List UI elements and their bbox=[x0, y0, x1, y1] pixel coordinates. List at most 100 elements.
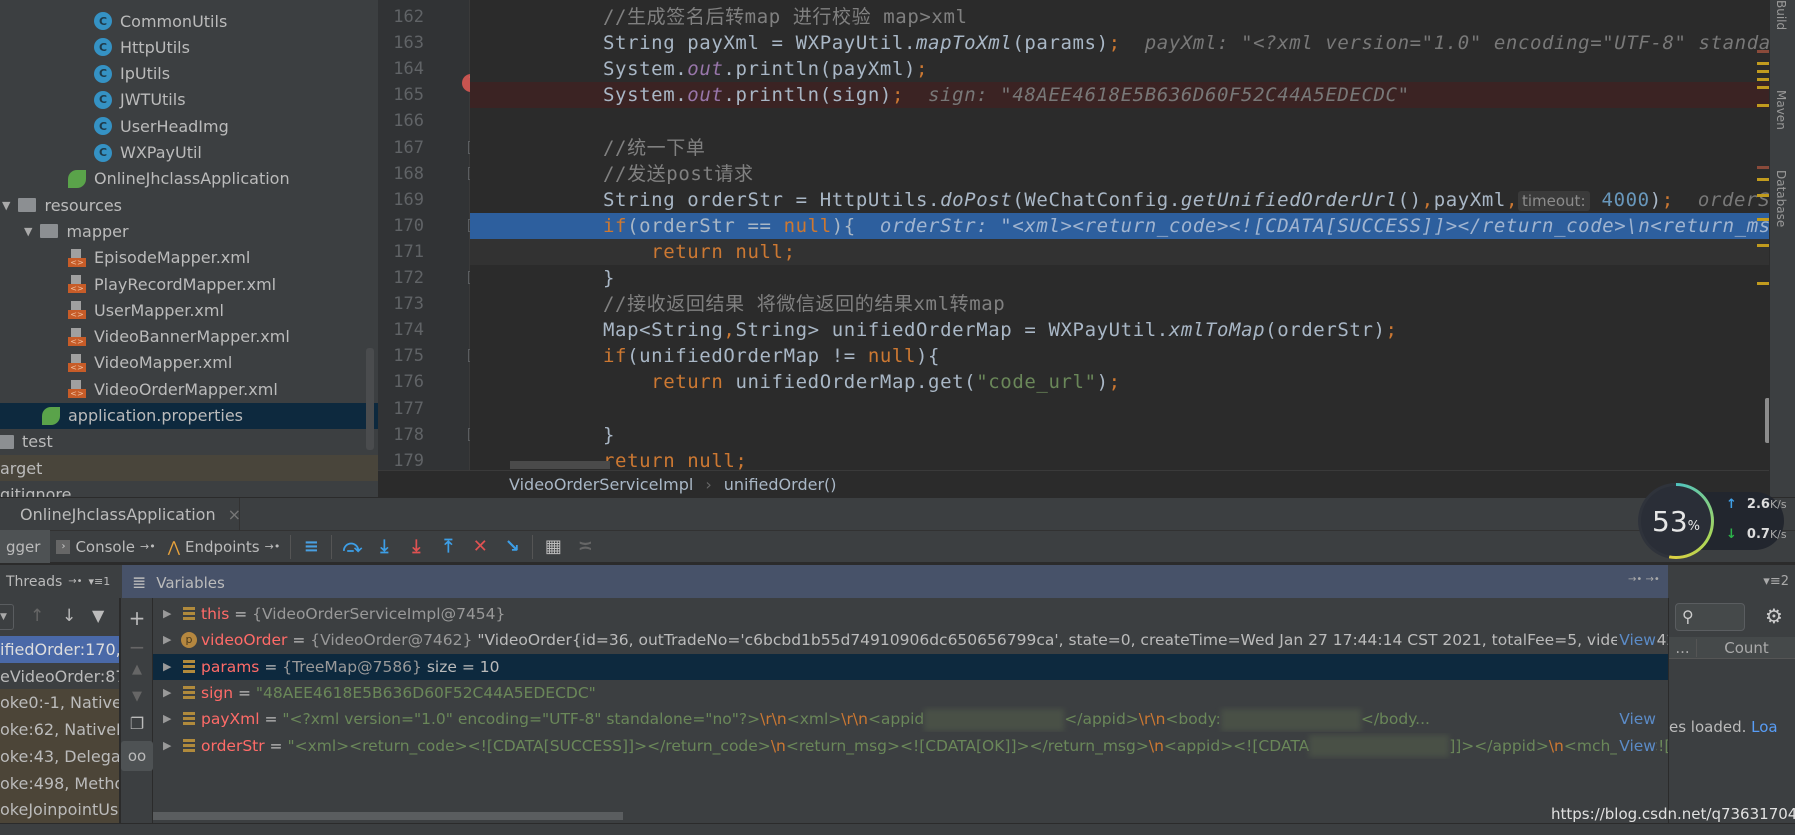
close-tab-icon[interactable]: × bbox=[228, 505, 241, 524]
expand-arrow-icon[interactable]: ▶ bbox=[163, 733, 171, 759]
restore-layout-icon[interactable]: ≡ bbox=[295, 530, 327, 563]
code-line[interactable]: Map<String,String> unifiedOrderMap = WXP… bbox=[470, 317, 1769, 343]
step-out-icon[interactable]: ⤒ bbox=[432, 530, 464, 563]
tool-window-button[interactable]: Maven bbox=[1774, 90, 1788, 130]
variable-row[interactable]: ▶ payXml = "<?xml version="1.0" encoding=… bbox=[153, 706, 1668, 733]
count-column-header[interactable]: Count bbox=[1697, 639, 1795, 657]
tree-item[interactable]: OnlineJhclassApplication bbox=[0, 166, 378, 192]
layout-icon[interactable]: ▾≡1 bbox=[89, 575, 111, 588]
tree-item[interactable]: PlayRecordMapper.xml bbox=[0, 271, 378, 297]
expand-arrow-icon[interactable]: ▶ bbox=[163, 706, 171, 732]
evaluate-expression-icon[interactable]: ▦ bbox=[537, 530, 569, 563]
run-to-cursor-icon[interactable]: ↘ bbox=[496, 530, 528, 563]
code-line[interactable]: if(orderStr == null){ orderStr: "<xml><r… bbox=[470, 212, 1769, 239]
project-tree[interactable]: C CommonUtils C HttpUtils C IpUtils C JWTUtils C… bbox=[0, 0, 378, 497]
code-line[interactable] bbox=[470, 108, 1769, 134]
tree-item[interactable]: C UserHeadImg bbox=[0, 113, 378, 139]
error-stripe-mark[interactable] bbox=[1757, 218, 1769, 221]
memory-header[interactable]: →• →• ▾≡2 bbox=[1628, 565, 1795, 598]
expand-arrow-icon[interactable]: ▶ bbox=[163, 680, 171, 706]
variable-row[interactable]: ▶ this = {VideoOrderServiceImpl@7454} bbox=[153, 601, 1668, 627]
debugger-tab[interactable]: gger bbox=[0, 530, 51, 563]
class-column-header[interactable]: ... bbox=[1669, 638, 1697, 657]
stack-frame[interactable]: oke:498, Methoc bbox=[0, 769, 119, 797]
cpu-network-widget[interactable]: ↑ 2.6K/s ↓ 0.7K/s 53% bbox=[1638, 483, 1787, 559]
copy-icon[interactable]: ❐ bbox=[121, 714, 153, 740]
error-stripe-mark[interactable] bbox=[1757, 178, 1769, 181]
breadcrumb-class[interactable]: VideoOrderServiceImpl bbox=[509, 475, 693, 494]
code-line[interactable]: } bbox=[470, 422, 1769, 448]
threads-header[interactable]: Threads →• ▾≡1 bbox=[0, 565, 120, 598]
tree-item[interactable]: C WXPayUtil bbox=[0, 140, 378, 166]
load-classes-link[interactable]: Loa bbox=[1751, 718, 1777, 736]
stack-frame[interactable]: oke:43, Delegatin bbox=[0, 742, 119, 770]
tree-item[interactable]: VideoBannerMapper.xml bbox=[0, 324, 378, 350]
tree-item[interactable]: ▼ mapper bbox=[0, 218, 378, 244]
add-watch-icon[interactable]: + bbox=[121, 606, 153, 632]
error-stripe-mark[interactable] bbox=[1757, 104, 1769, 107]
pin-icon[interactable]: →• bbox=[68, 576, 82, 587]
expand-arrow-icon[interactable]: ▼ bbox=[2, 199, 10, 212]
code-editor[interactable]: //生成签名后转map 进行校验 map>xml String payXml = … bbox=[470, 0, 1769, 470]
drop-frame-icon[interactable]: ✕ bbox=[464, 530, 496, 563]
code-line[interactable]: String orderStr = HttpUtils.doPost(WeCha… bbox=[470, 187, 1769, 213]
force-step-into-icon[interactable]: ⤓ bbox=[400, 530, 432, 563]
breadcrumb-method[interactable]: unifiedOrder() bbox=[724, 475, 837, 494]
tree-item[interactable]: C CommonUtils bbox=[0, 8, 378, 34]
error-stripe[interactable] bbox=[1757, 50, 1769, 450]
debug-session-tab[interactable]: OnlineJhclassApplication × bbox=[0, 498, 241, 531]
tree-item[interactable]: gitignore bbox=[0, 481, 378, 497]
console-tab[interactable]: › Console →• bbox=[50, 530, 161, 563]
code-line[interactable]: System.out.println(payXml); bbox=[470, 56, 1769, 82]
code-line[interactable]: if(unifiedOrderMap != null){ bbox=[470, 343, 1769, 369]
thread-selector[interactable]: ▼ bbox=[0, 604, 14, 630]
error-stripe-mark[interactable] bbox=[1757, 78, 1769, 81]
error-stripe-mark[interactable] bbox=[1757, 244, 1769, 247]
step-over-icon[interactable]: ⤼ bbox=[336, 530, 368, 563]
variables-tree[interactable]: ▶ this = {VideoOrderServiceImpl@7454} ▶ p vi… bbox=[153, 598, 1668, 823]
stack-frame[interactable]: ifiedOrder:170, V bbox=[0, 636, 119, 663]
error-stripe-mark[interactable] bbox=[1757, 86, 1769, 89]
variables-header[interactable]: ≣ Variables bbox=[122, 565, 1668, 598]
view-link[interactable]: View bbox=[1617, 706, 1656, 733]
expand-arrow-icon[interactable]: ▶ bbox=[163, 654, 171, 680]
expand-arrow-icon[interactable]: ▶ bbox=[163, 601, 171, 627]
memory-search-input[interactable]: ⚲ bbox=[1675, 603, 1745, 631]
code-line[interactable]: return unifiedOrderMap.get("code_url"); bbox=[470, 369, 1769, 395]
tree-item[interactable]: arget bbox=[0, 455, 378, 482]
tree-item[interactable]: C HttpUtils bbox=[0, 34, 378, 60]
pin-icon[interactable]: →• bbox=[265, 540, 281, 553]
code-line[interactable]: System.out.println(sign); sign: "48AEE46… bbox=[470, 82, 1769, 109]
tree-item[interactable]: UserMapper.xml bbox=[0, 297, 378, 323]
gear-icon[interactable]: ⚙ bbox=[1765, 604, 1783, 628]
tree-scrollbar[interactable] bbox=[366, 348, 374, 450]
pin-icon[interactable]: →• bbox=[140, 540, 156, 553]
error-stripe-mark[interactable] bbox=[1757, 282, 1769, 285]
layout-icon[interactable]: ▾≡2 bbox=[1763, 574, 1789, 589]
endpoints-tab[interactable]: ⋀ Endpoints →• bbox=[162, 530, 287, 563]
code-line[interactable]: return null; bbox=[470, 448, 1769, 470]
tree-item[interactable]: EpisodeMapper.xml bbox=[0, 245, 378, 271]
tree-item[interactable]: ▼ resources bbox=[0, 192, 378, 218]
view-link[interactable]: View bbox=[1617, 627, 1656, 654]
error-stripe-mark[interactable] bbox=[1757, 50, 1769, 53]
variable-row[interactable]: ▶ params = {TreeMap@7586} size = 10 bbox=[153, 653, 1668, 680]
stack-frame[interactable]: eVideoOrder:87, bbox=[0, 663, 119, 690]
tool-window-button[interactable]: Database bbox=[1774, 170, 1788, 227]
editor-gutter[interactable]: 162163164165166167−168−169170−171172−173… bbox=[378, 0, 479, 471]
stack-frame[interactable]: okeJoinpointUsir bbox=[0, 796, 119, 823]
tree-item[interactable]: VideoMapper.xml bbox=[0, 350, 378, 376]
code-line[interactable]: //接收返回结果 将微信返回的结果xml转map bbox=[470, 291, 1769, 317]
memory-column-header[interactable]: ... Count bbox=[1669, 637, 1795, 659]
tree-item[interactable]: C IpUtils bbox=[0, 61, 378, 87]
expand-arrow-icon[interactable]: ▼ bbox=[24, 225, 32, 238]
editor-horizontal-scrollbar[interactable] bbox=[510, 461, 610, 469]
variable-row[interactable]: ▶ p videoOrder = {VideoOrder@7462} "VideoO… bbox=[153, 627, 1668, 654]
pin-icon[interactable]: →• →• bbox=[1628, 574, 1660, 585]
show-watches-icon[interactable]: oo bbox=[121, 741, 153, 771]
code-line[interactable]: //发送post请求 bbox=[470, 161, 1769, 187]
error-stripe-mark[interactable] bbox=[1757, 194, 1769, 197]
stack-frame[interactable]: oke0:-1, NativeM bbox=[0, 689, 119, 717]
variables-horizontal-scrollbar[interactable] bbox=[153, 812, 623, 820]
error-stripe-mark[interactable] bbox=[1757, 62, 1769, 65]
